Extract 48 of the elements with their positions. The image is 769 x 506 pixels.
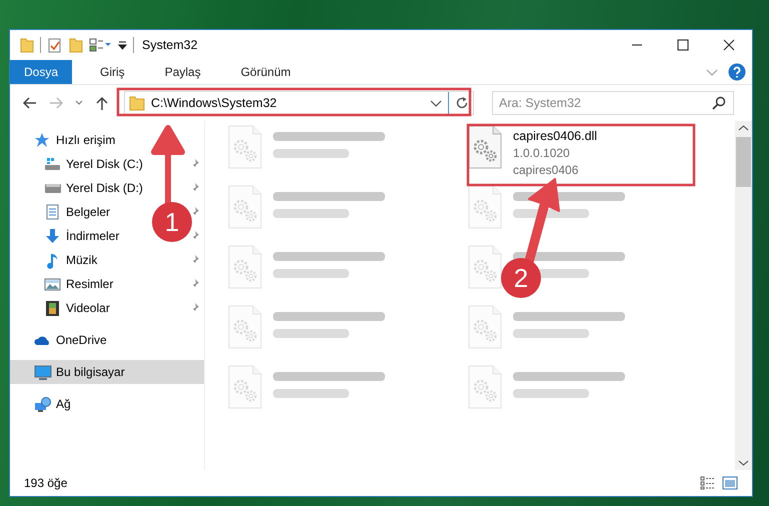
sidebar-item[interactable]: Yerel Disk (C:): [66, 157, 143, 171]
back-arrow-icon[interactable]: [22, 95, 38, 111]
sidebar-item[interactable]: Belgeler: [66, 205, 110, 219]
sidebar-item[interactable]: OneDrive: [56, 333, 107, 347]
ribbon-tab[interactable]: Paylaş: [150, 60, 215, 84]
help-icon[interactable]: [728, 63, 746, 81]
sidebar-item[interactable]: Hızlı erişim: [56, 133, 116, 147]
up-arrow-icon[interactable]: [94, 95, 110, 111]
file-description: 1.0.0.1020: [513, 145, 571, 162]
address-bar[interactable]: C:\Windows\System32: [124, 91, 474, 115]
forward-arrow-icon[interactable]: [48, 95, 64, 111]
item-count: 193 öğe: [24, 476, 68, 490]
dll-file-icon[interactable]: [467, 125, 503, 169]
folder-icon: [129, 95, 145, 111]
file-description: capires0406: [513, 162, 580, 179]
film-icon: [44, 300, 62, 316]
network-icon: [34, 396, 52, 412]
picture-icon: [44, 276, 62, 292]
sidebar-item[interactable]: Ağ: [56, 397, 71, 411]
step-badge: 2: [501, 258, 541, 298]
details-view-icon[interactable]: [700, 476, 716, 490]
sidebar-item[interactable]: Bu bilgisayar: [56, 365, 125, 379]
sidebar-item[interactable]: Videolar: [66, 301, 110, 315]
search-icon[interactable]: [712, 96, 726, 110]
scroll-thumb[interactable]: [736, 137, 751, 187]
new-folder-icon[interactable]: [69, 37, 83, 53]
selection-highlight[interactable]: Bu bilgisayar: [10, 360, 204, 384]
sidebar-item[interactable]: Resimler: [66, 277, 114, 291]
step-badge: 1: [152, 202, 192, 242]
window-title: System32: [142, 38, 198, 52]
large-icons-view-icon[interactable]: [722, 476, 738, 490]
sidebar-item[interactable]: Yerel Disk (D:): [66, 181, 143, 195]
folder-icon: [20, 37, 34, 53]
scrollbar[interactable]: [735, 121, 752, 470]
view-options-icon[interactable]: [89, 37, 111, 53]
address-path: C:\Windows\System32: [151, 96, 278, 110]
ribbon-tab[interactable]: Dosya: [10, 60, 72, 84]
file-name[interactable]: capires0406.dll: [513, 128, 598, 145]
properties-icon[interactable]: [47, 37, 63, 53]
ribbon-tab[interactable]: Görünüm: [226, 60, 305, 84]
sidebar-item[interactable]: Müzik: [66, 253, 98, 267]
refresh-icon[interactable]: [455, 96, 469, 110]
search-field[interactable]: Ara: System32: [492, 91, 734, 115]
download-arrow-icon: [44, 228, 62, 244]
monitor-icon: [34, 364, 52, 380]
ribbon-tab[interactable]: Giriş: [86, 60, 139, 84]
sidebar-item[interactable]: İndirmeler: [66, 229, 120, 243]
drive-icon: [44, 156, 62, 172]
